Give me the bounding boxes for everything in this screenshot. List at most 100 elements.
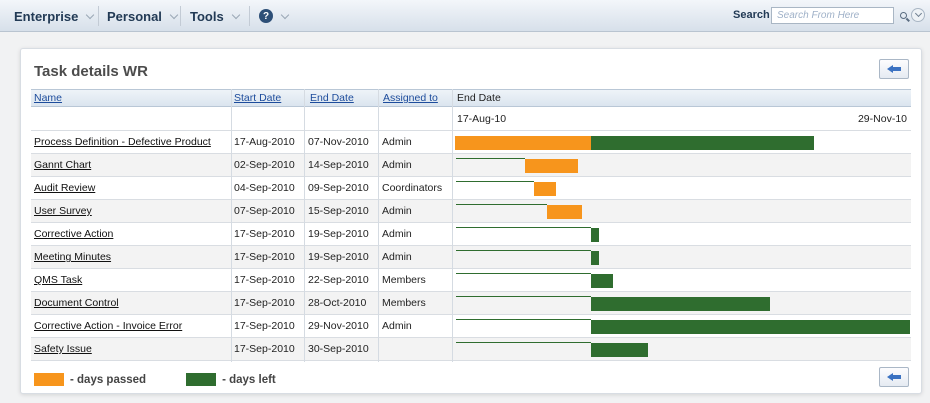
sort-name-link[interactable]: Name bbox=[34, 92, 62, 104]
search-input[interactable] bbox=[771, 7, 894, 24]
task-name-link[interactable]: Document Control bbox=[31, 292, 231, 314]
days-left-bar bbox=[590, 320, 910, 334]
days-left-bar bbox=[590, 251, 600, 265]
table-row: Gannt Chart 02-Sep-2010 14-Sep-2010 Admin bbox=[31, 154, 911, 177]
column-header-timeline: End Date bbox=[457, 92, 501, 104]
days-left-swatch bbox=[186, 373, 217, 386]
menu-divider bbox=[180, 6, 181, 26]
legend: - days passed - days left bbox=[34, 373, 276, 386]
grid-header: Name Start Date End Date Assigned to End… bbox=[31, 89, 911, 107]
gantt-lead-line bbox=[456, 204, 547, 205]
sort-assigned-link[interactable]: Assigned to bbox=[383, 92, 438, 104]
assigned-to-cell: Admin bbox=[382, 159, 412, 171]
menu-tools-label: Tools bbox=[190, 8, 224, 24]
assigned-to-cell: Members bbox=[382, 297, 426, 309]
table-row: Meeting Minutes 17-Sep-2010 19-Sep-2010 Adm… bbox=[31, 246, 911, 269]
back-arrow-icon bbox=[887, 373, 901, 381]
chevron-down-icon bbox=[84, 10, 97, 23]
task-name-link[interactable]: User Survey bbox=[31, 200, 231, 222]
column-separator bbox=[378, 89, 379, 362]
task-name-link[interactable]: Process Definition - Defective Product bbox=[31, 131, 231, 153]
assigned-to-cell: Admin bbox=[382, 320, 412, 332]
gantt-lead-line bbox=[456, 342, 591, 343]
column-separator bbox=[452, 89, 453, 362]
end-date-cell: 22-Sep-2010 bbox=[308, 274, 369, 286]
gantt-lead-line bbox=[456, 227, 591, 228]
back-button-bottom[interactable] bbox=[879, 367, 909, 387]
menu-enterprise[interactable]: Enterprise bbox=[14, 0, 97, 32]
menu-help[interactable]: ? bbox=[259, 0, 292, 32]
table-row: Safety Issue 17-Sep-2010 30-Sep-2010 bbox=[31, 338, 911, 361]
days-left-bar bbox=[590, 297, 770, 311]
task-name-link[interactable]: Safety Issue bbox=[31, 338, 231, 360]
column-header-start-date[interactable]: Start Date bbox=[231, 90, 304, 106]
assigned-to-cell: Members bbox=[382, 274, 426, 286]
menu-divider bbox=[249, 6, 250, 26]
end-date-cell: 09-Sep-2010 bbox=[308, 182, 369, 194]
start-date-cell: 17-Sep-2010 bbox=[234, 274, 295, 286]
chevron-down-icon bbox=[279, 10, 292, 23]
sort-start-date-link[interactable]: Start Date bbox=[234, 92, 281, 104]
search-button[interactable] bbox=[896, 8, 910, 23]
help-icon: ? bbox=[259, 9, 273, 23]
menu-personal[interactable]: Personal bbox=[107, 0, 181, 32]
assigned-to-cell: Admin bbox=[382, 205, 412, 217]
days-left-bar bbox=[590, 343, 648, 357]
task-name-link[interactable]: Corrective Action bbox=[31, 223, 231, 245]
timeline-start-label: 17-Aug-10 bbox=[457, 113, 507, 125]
table-row: QMS Task 17-Sep-2010 22-Sep-2010 Members bbox=[31, 269, 911, 292]
back-arrow-icon bbox=[887, 65, 901, 73]
task-name-link[interactable]: QMS Task bbox=[31, 269, 231, 291]
menu-divider bbox=[98, 6, 99, 26]
start-date-cell: 17-Sep-2010 bbox=[234, 228, 295, 240]
top-navigation-bar: Enterprise Personal Tools ? Search bbox=[0, 0, 930, 32]
end-date-cell: 15-Sep-2010 bbox=[308, 205, 369, 217]
start-date-cell: 17-Sep-2010 bbox=[234, 343, 295, 355]
search-label: Search bbox=[733, 9, 770, 21]
gantt-lead-line bbox=[456, 181, 534, 182]
task-name-link[interactable]: Gannt Chart bbox=[31, 154, 231, 176]
start-date-cell: 04-Sep-2010 bbox=[234, 182, 295, 194]
gantt-lead-line bbox=[456, 158, 525, 159]
back-button-top[interactable] bbox=[879, 59, 909, 79]
start-date-cell: 17-Aug-2010 bbox=[234, 136, 295, 148]
days-passed-swatch bbox=[34, 373, 64, 386]
end-date-cell: 14-Sep-2010 bbox=[308, 159, 369, 171]
start-date-cell: 17-Sep-2010 bbox=[234, 251, 295, 263]
end-date-cell: 30-Sep-2010 bbox=[308, 343, 369, 355]
start-date-cell: 02-Sep-2010 bbox=[234, 159, 295, 171]
start-date-cell: 17-Sep-2010 bbox=[234, 320, 295, 332]
days-left-bar bbox=[590, 136, 814, 150]
end-date-cell: 29-Nov-2010 bbox=[308, 320, 369, 332]
task-name-link[interactable]: Meeting Minutes bbox=[31, 246, 231, 268]
column-separator bbox=[231, 89, 232, 362]
gantt-lead-line bbox=[456, 319, 591, 320]
days-passed-bar bbox=[455, 136, 591, 150]
table-row: Process Definition - Defective Product 17… bbox=[31, 131, 911, 154]
end-date-cell: 19-Sep-2010 bbox=[308, 228, 369, 240]
assigned-to-cell: Admin bbox=[382, 136, 412, 148]
magnifier-icon bbox=[899, 12, 907, 19]
start-date-cell: 07-Sep-2010 bbox=[234, 205, 295, 217]
column-header-end-date[interactable]: End Date bbox=[307, 90, 379, 106]
task-name-link[interactable]: Audit Review bbox=[31, 177, 231, 199]
table-row: Audit Review 04-Sep-2010 09-Sep-2010 Coordi… bbox=[31, 177, 911, 200]
task-details-panel: Task details WR Name Start Date End Date… bbox=[20, 48, 922, 394]
chevron-down-icon bbox=[168, 10, 181, 23]
table-row: Corrective Action 17-Sep-2010 19-Sep-2010 A… bbox=[31, 223, 911, 246]
gantt-lead-line bbox=[456, 273, 591, 274]
column-header-assigned-to[interactable]: Assigned to bbox=[380, 90, 452, 106]
days-left-label: - days left bbox=[222, 373, 276, 386]
task-name-link[interactable]: Corrective Action - Invoice Error bbox=[31, 315, 231, 337]
days-passed-bar bbox=[525, 159, 578, 173]
end-date-cell: 28-Oct-2010 bbox=[308, 297, 367, 309]
search-options-button[interactable] bbox=[911, 8, 925, 22]
menu-tools[interactable]: Tools bbox=[190, 0, 243, 32]
end-date-cell: 07-Nov-2010 bbox=[308, 136, 369, 148]
chevron-down-icon bbox=[230, 10, 243, 23]
days-left-bar bbox=[590, 274, 613, 288]
sort-end-date-link[interactable]: End Date bbox=[310, 92, 354, 104]
column-header-name[interactable]: Name bbox=[31, 90, 231, 106]
assigned-to-cell bbox=[379, 338, 452, 360]
table-row: User Survey 07-Sep-2010 15-Sep-2010 Admin bbox=[31, 200, 911, 223]
